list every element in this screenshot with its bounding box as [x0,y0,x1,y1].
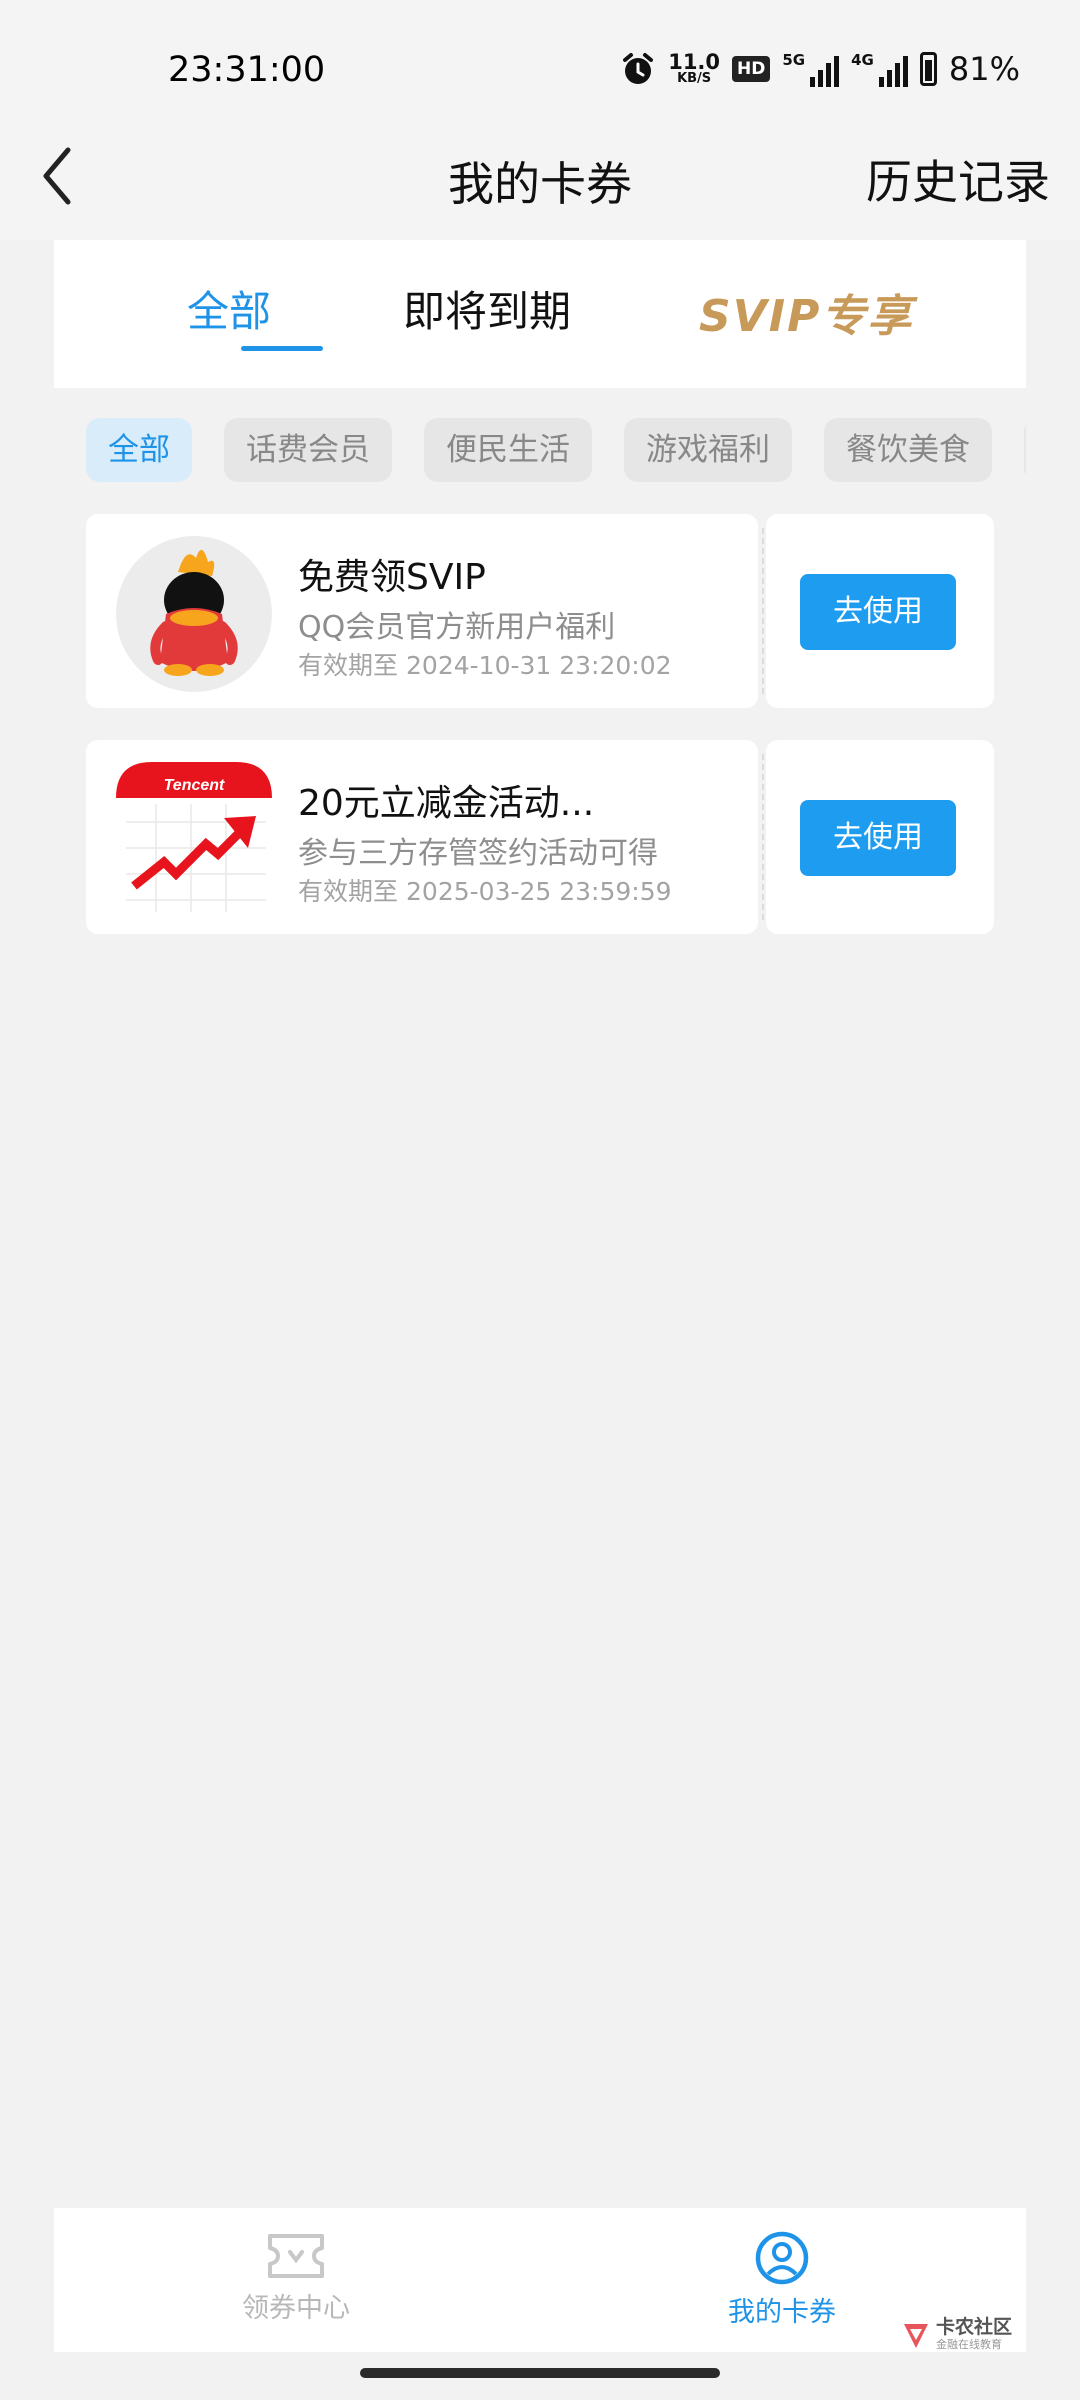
history-button[interactable]: 历史记录 [866,146,1050,212]
use-button[interactable]: 去使用 [800,800,956,876]
net-5g-label: 5G [782,51,806,69]
watermark-subtitle: 金融在线教育 [936,2338,1002,2351]
net-4g-label: 4G [851,51,874,69]
home-indicator[interactable] [360,2368,720,2378]
speed-value: 11.0 [668,49,721,74]
signal-4g-icon: 4G [851,51,908,87]
signal-5g-icon: 5G [782,51,840,87]
bottom-tab-label: 我的卡券 [728,2297,836,2328]
chip-phone-membership[interactable]: 话费会员 [224,418,392,482]
status-icons: 11.0 KB/S HD 5G 4G 81% [620,44,1020,94]
tab-all[interactable]: 全部 [187,278,271,339]
chip-all[interactable]: 全部 [86,418,192,482]
coupon-expiry-date: 2024-10-31 23:20:02 [406,651,672,680]
coupon-desc: 参与三方存管签约活动可得 [298,836,658,871]
kanong-logo-icon [904,2324,928,2348]
coupon-expiry-date: 2025-03-25 23:59:59 [406,877,672,906]
tab-svip[interactable]: SVIP专享 [699,280,913,344]
coupon-divider [762,754,764,920]
qq-penguin-icon [116,536,272,692]
coupon-divider [762,528,764,694]
category-chips: 全部 话费会员 便民生活 游戏福利 餐饮美食 [86,418,1026,484]
coupon-body: 免费领SVIP QQ会员官方新用户福利 有效期至 2024-10-31 23:20… [86,514,758,708]
status-bar: 23:31:00 11.0 KB/S HD 5G 4G 81% [0,0,1080,110]
coupon-body: Tencent 20元立减金活动... 参与三方存管签约活动可得 有效期至 202… [86,740,758,934]
user-circle-icon [755,2231,809,2285]
coupon-title: 免费领SVIP [298,557,486,598]
alarm-icon [623,53,654,84]
coupon-desc: QQ会员官方新用户福利 [298,610,616,645]
tencent-logo-text: Tencent [164,777,225,794]
tab-bar: 全部 即将到期 SVIP专享 [54,240,1026,388]
network-speed: 11.0 KB/S [668,49,721,86]
tab-expiring[interactable]: 即将到期 [403,278,571,339]
ticket-icon [268,2234,324,2278]
chip-game[interactable]: 游戏福利 [624,418,792,482]
chip-living[interactable]: 便民生活 [424,418,592,482]
coupon-action-area: 去使用 [766,514,994,708]
use-button[interactable]: 去使用 [800,574,956,650]
watermark-title: 卡农社区 [936,2316,1013,2338]
coupon-expiry: 有效期至 2025-03-25 23:59:59 [298,872,672,908]
tab-active-indicator [241,346,323,351]
status-time: 23:31:00 [168,50,326,90]
battery-percent: 81% [948,50,1020,88]
watermark: 卡农社区 金融在线教育 [900,2318,1012,2354]
coupon-card: 免费领SVIP QQ会员官方新用户福利 有效期至 2024-10-31 23:20… [86,514,994,708]
coupon-card: Tencent 20元立减金活动... 参与三方存管签约活动可得 有效期至 202… [86,740,994,934]
chip-food[interactable]: 餐饮美食 [824,418,992,482]
nav-bar: 我的卡券 历史记录 [0,110,1080,240]
hd-icon: HD [732,56,771,82]
coupon-expiry: 有效期至 2024-10-31 23:20:02 [298,646,672,682]
chip-more[interactable] [1024,418,1026,482]
bottom-tab-coupon-center[interactable]: 领券中心 [196,2230,396,2325]
coupon-expiry-label: 有效期至 [298,651,399,680]
bottom-tab-my-coupons[interactable]: 我的卡券 [682,2230,882,2329]
coupon-action-area: 去使用 [766,740,994,934]
bottom-tab-label: 领券中心 [242,2293,350,2324]
coupon-expiry-label: 有效期至 [298,877,399,906]
tencent-stock-icon: Tencent [116,762,272,918]
battery-icon [919,52,937,86]
bottom-nav: 领券中心 我的卡券 [54,2208,1026,2352]
coupon-title: 20元立减金活动... [298,783,595,824]
speed-unit: KB/S [677,70,712,86]
